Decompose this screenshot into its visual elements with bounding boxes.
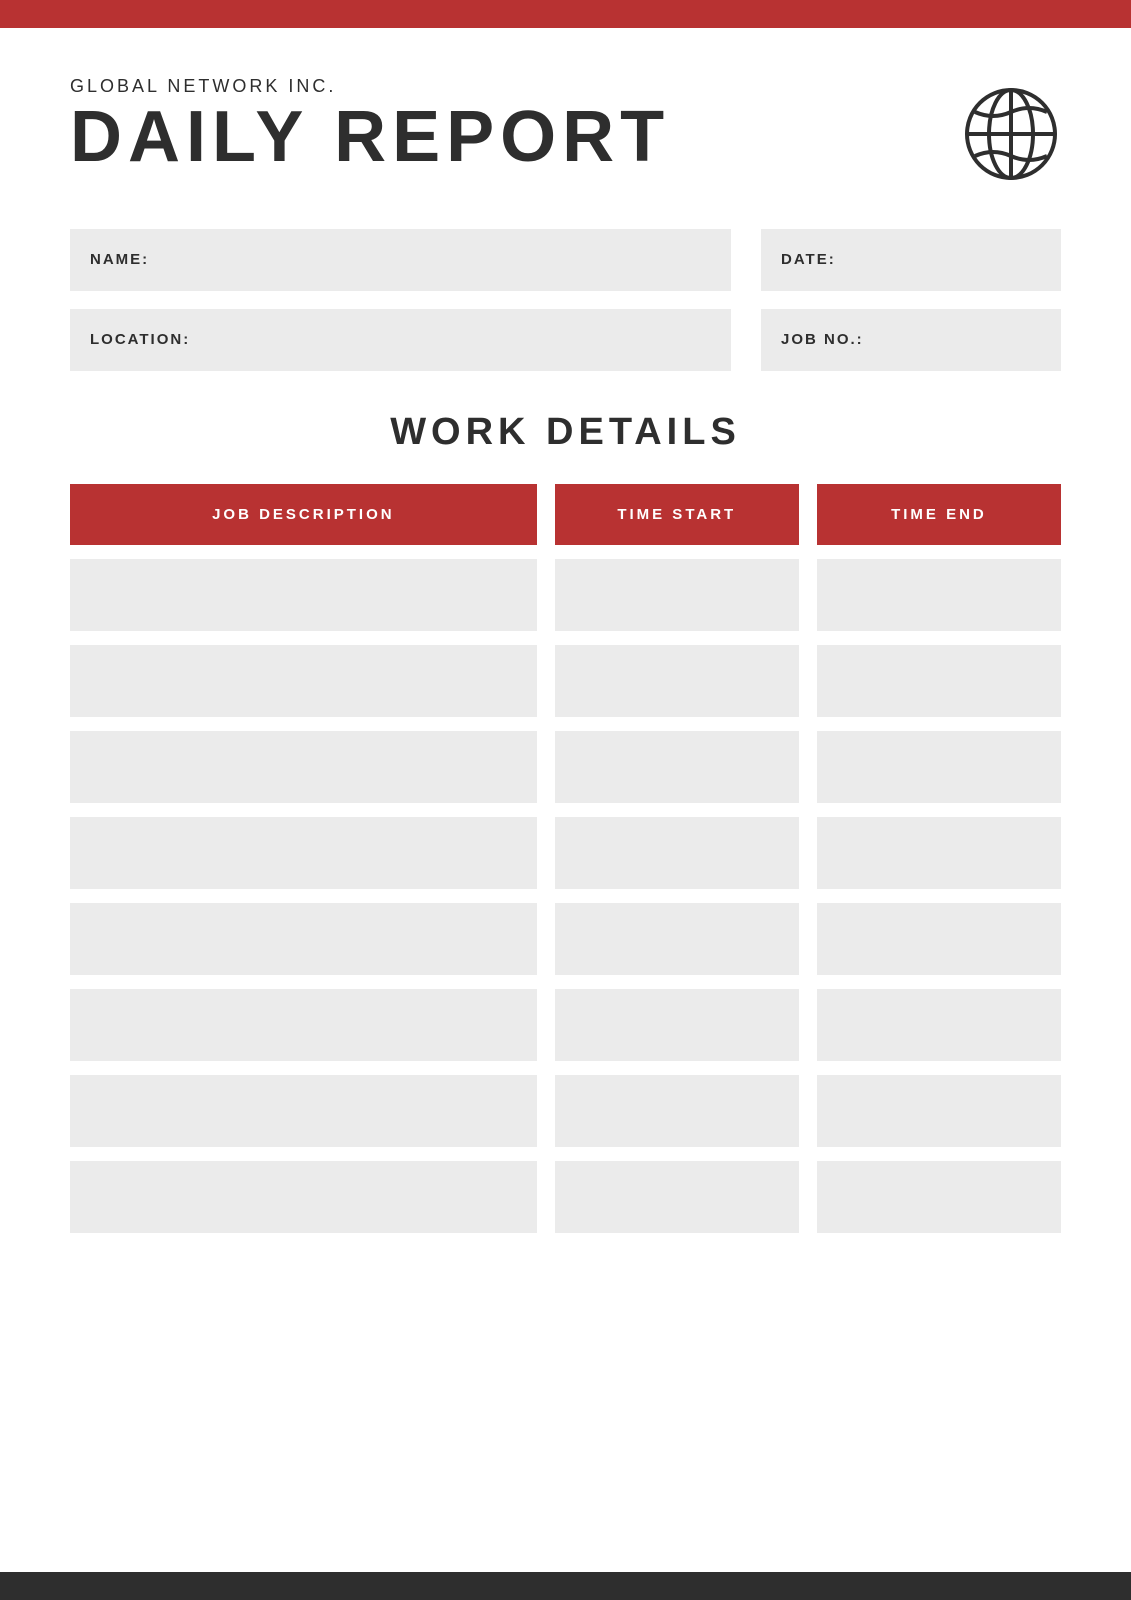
form-section: NAME: DATE: LOCATION: JOB NO.: <box>70 229 1061 371</box>
table-header: JOB DESCRIPTION TIME START TIME END <box>70 484 1061 545</box>
job-cell[interactable] <box>70 559 537 631</box>
globe-icon <box>961 76 1061 189</box>
time-start-cell[interactable] <box>555 559 799 631</box>
location-field[interactable]: LOCATION: <box>70 309 731 371</box>
time-start-cell[interactable] <box>555 1075 799 1147</box>
table-row <box>70 903 1061 975</box>
jobno-field[interactable]: JOB NO.: <box>761 309 1061 371</box>
form-row-1: NAME: DATE: <box>70 229 1061 291</box>
time-end-header: TIME END <box>817 484 1061 545</box>
time-start-cell[interactable] <box>555 989 799 1061</box>
form-row-2: LOCATION: JOB NO.: <box>70 309 1061 371</box>
time-end-cell[interactable] <box>817 817 1061 889</box>
table-row <box>70 559 1061 631</box>
table-body <box>70 559 1061 1233</box>
header-left: GLOBAL NETWORK INC. DAILY REPORT <box>70 76 670 173</box>
time-end-cell[interactable] <box>817 731 1061 803</box>
table-row <box>70 731 1061 803</box>
time-end-cell[interactable] <box>817 559 1061 631</box>
header: GLOBAL NETWORK INC. DAILY REPORT <box>70 76 1061 189</box>
top-bar <box>0 0 1131 28</box>
job-cell[interactable] <box>70 1075 537 1147</box>
job-cell[interactable] <box>70 1161 537 1233</box>
job-cell[interactable] <box>70 645 537 717</box>
job-cell[interactable] <box>70 817 537 889</box>
table-row <box>70 989 1061 1061</box>
time-start-cell[interactable] <box>555 731 799 803</box>
job-cell[interactable] <box>70 903 537 975</box>
name-field[interactable]: NAME: <box>70 229 731 291</box>
time-end-cell[interactable] <box>817 645 1061 717</box>
table-row <box>70 1075 1061 1147</box>
work-details-section: WORK DETAILS JOB DESCRIPTION TIME START … <box>70 411 1061 1233</box>
date-field[interactable]: DATE: <box>761 229 1061 291</box>
location-label: LOCATION: <box>90 331 190 348</box>
name-label: NAME: <box>90 251 149 268</box>
company-name: GLOBAL NETWORK INC. <box>70 76 670 97</box>
job-description-header: JOB DESCRIPTION <box>70 484 537 545</box>
time-start-cell[interactable] <box>555 903 799 975</box>
bottom-bar <box>0 1572 1131 1600</box>
table-row <box>70 645 1061 717</box>
time-end-cell[interactable] <box>817 1075 1061 1147</box>
date-label: DATE: <box>781 251 836 268</box>
work-details-title: WORK DETAILS <box>70 411 1061 454</box>
time-start-cell[interactable] <box>555 1161 799 1233</box>
report-title: DAILY REPORT <box>70 101 670 173</box>
time-start-cell[interactable] <box>555 645 799 717</box>
job-cell[interactable] <box>70 989 537 1061</box>
table-row <box>70 817 1061 889</box>
time-end-cell[interactable] <box>817 903 1061 975</box>
table-row <box>70 1161 1061 1233</box>
jobno-label: JOB NO.: <box>781 331 864 348</box>
time-end-cell[interactable] <box>817 1161 1061 1233</box>
time-start-header: TIME START <box>555 484 799 545</box>
job-cell[interactable] <box>70 731 537 803</box>
time-end-cell[interactable] <box>817 989 1061 1061</box>
time-start-cell[interactable] <box>555 817 799 889</box>
